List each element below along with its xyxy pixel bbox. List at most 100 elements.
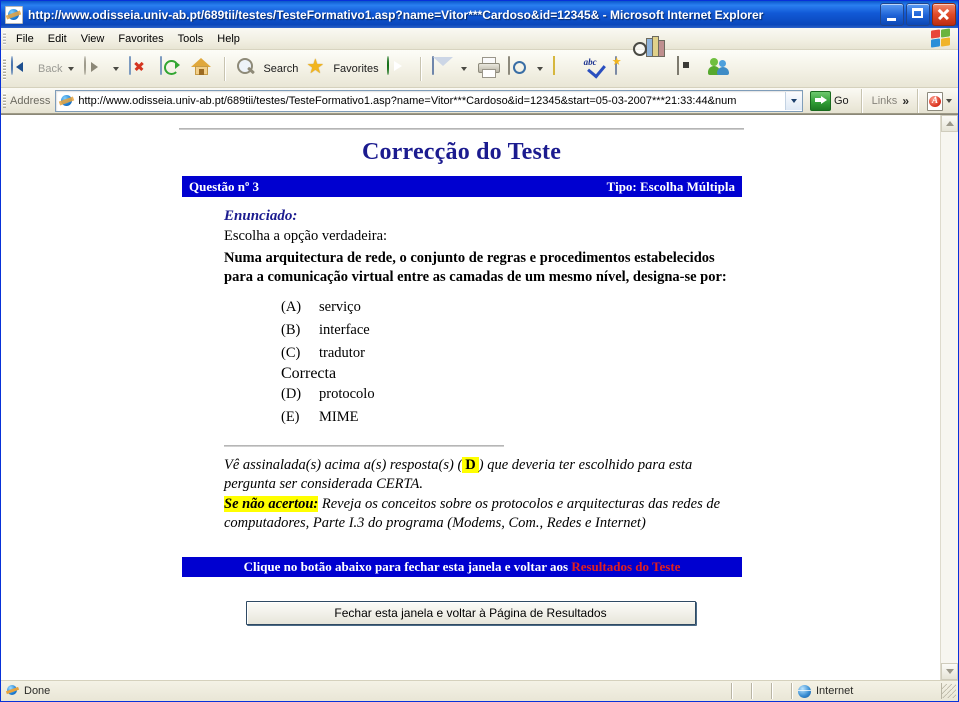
window-title: http://www.odisseia.univ-ab.pt/689tii/te… [28,7,764,22]
question-number: Questão nº 3 [189,178,260,194]
question-content: Enunciado: Escolha a opção verdadeira: N… [224,208,744,533]
search-label: Search [263,62,299,75]
scroll-up-button[interactable] [941,115,958,132]
globe-icon [798,684,811,698]
toolbar-separator [419,56,422,81]
footer-link-text: Resultados do Teste [571,559,681,575]
chevron-down-icon[interactable] [946,98,952,103]
go-button[interactable]: Go [807,89,855,113]
close-button[interactable] [932,3,956,26]
go-arrow-icon [809,90,831,111]
resize-grip[interactable] [942,684,956,698]
maximize-button[interactable] [906,3,930,26]
toolbar-grip[interactable] [3,58,6,80]
option-row: (B) interface [224,319,744,342]
question-stem: Numa arquitectura de rede, o conjunto de… [224,250,727,286]
forward-button[interactable] [80,54,125,83]
mobile-favorites-button[interactable] [611,54,642,83]
address-label: Address [10,94,51,107]
history-icon [507,56,531,80]
refresh-button[interactable] [156,54,187,83]
media-button[interactable] [383,54,414,83]
feedback-divider [224,444,504,447]
correct-answer-letter: D [462,456,479,473]
mail-icon [431,56,455,80]
status-pane-2 [732,683,752,699]
option-text: serviço [319,299,361,316]
notes-button[interactable] [549,54,580,83]
chevron-down-icon[interactable] [113,66,120,71]
page-viewport: Correcção do Teste Questão nº 3 Tipo: Es… [1,114,958,680]
messenger-button[interactable] [704,54,735,83]
menu-item-edit[interactable]: Edit [41,31,74,47]
stop-button[interactable] [125,54,156,83]
footer-instruction-bar: Clique no botão abaixo para fechar esta … [182,557,742,578]
close-window-button[interactable]: Fechar esta janela e voltar à Página de … [245,601,696,626]
scrollbar-track[interactable] [941,132,958,663]
option-row: (A) serviço [224,296,744,319]
option-row-correct: Correcta (D) protocolo [224,365,744,406]
chevron-down-icon[interactable] [460,66,467,71]
windows-logo-icon [930,28,952,48]
minimize-button[interactable] [880,3,904,26]
option-letter: (A) [281,299,302,316]
address-input[interactable]: http://www.odisseia.univ-ab.pt/689tii/te… [55,89,803,112]
vertical-scrollbar[interactable] [940,115,958,680]
chevron-down-icon[interactable] [536,66,543,71]
status-text: Done [24,685,51,697]
menu-item-help[interactable]: Help [210,31,247,47]
messenger-extra-button[interactable] [673,54,704,83]
instruction-text: Escolha a opção verdadeira: [224,228,388,244]
menu-grip[interactable] [3,32,6,45]
links-overflow-icon[interactable]: » [900,94,911,108]
address-grip[interactable] [3,93,6,108]
links-label[interactable]: Links [869,95,901,107]
web-page: Correcção do Teste Questão nº 3 Tipo: Es… [1,115,940,680]
chevron-down-icon[interactable] [68,66,75,71]
address-dropdown-button[interactable] [784,91,802,110]
address-bar: Address http://www.odisseia.univ-ab.pt/6… [1,88,958,114]
status-message-pane: Done [1,683,732,699]
option-text: MIME [319,408,359,425]
stop-icon [129,56,152,80]
spellcheck-button[interactable]: abc [580,54,611,83]
menu-item-file[interactable]: File [9,31,41,47]
close-button-area: Fechar esta janela e voltar à Página de … [1,601,940,626]
question-header-bar: Questão nº 3 Tipo: Escolha Múltipla [182,176,742,197]
security-zone-pane[interactable]: Internet [792,683,942,699]
option-row: (C) tradutor [224,342,744,365]
back-label: Back [38,62,63,75]
print-button[interactable] [473,54,504,83]
scroll-down-button[interactable] [941,663,958,680]
back-button[interactable]: Back [7,54,80,83]
forward-arrow-icon [84,56,107,80]
research-button[interactable] [632,36,673,83]
research-books-icon [632,36,669,80]
title-bar: http://www.odisseia.univ-ab.pt/689tii/te… [1,1,958,28]
search-button[interactable]: Search [232,54,302,83]
mail-button[interactable] [428,54,473,83]
status-pane-3 [752,683,772,699]
history-button[interactable] [504,54,549,83]
enunciado-label: Enunciado: [224,208,298,224]
home-button[interactable] [187,54,218,83]
ie-document-icon [5,5,23,24]
menu-item-tools[interactable]: Tools [171,31,211,47]
menu-item-view[interactable]: View [74,31,112,47]
note-icon [552,56,576,80]
option-letter: (B) [281,322,301,339]
status-pane-4 [772,683,792,699]
address-separator [917,88,919,113]
status-page-icon [6,684,20,698]
correct-answer-marker: Correcta [281,364,337,382]
footer-instruction-text: Clique no botão abaixo para fechar esta … [243,559,572,575]
media-icon [386,56,410,80]
favorites-label: Favorites [333,62,379,75]
feedback-text: Vê assinalada(s) acima a(s) resposta(s) … [224,456,744,534]
people-icon [707,57,731,80]
menu-item-favorites[interactable]: Favorites [111,31,170,47]
favorites-button[interactable]: ★ Favorites [302,54,382,83]
pdf-toolbar-icon[interactable] [925,91,944,111]
option-row: (E) MIME [224,406,744,429]
spellcheck-abc-icon: abc [584,57,607,80]
